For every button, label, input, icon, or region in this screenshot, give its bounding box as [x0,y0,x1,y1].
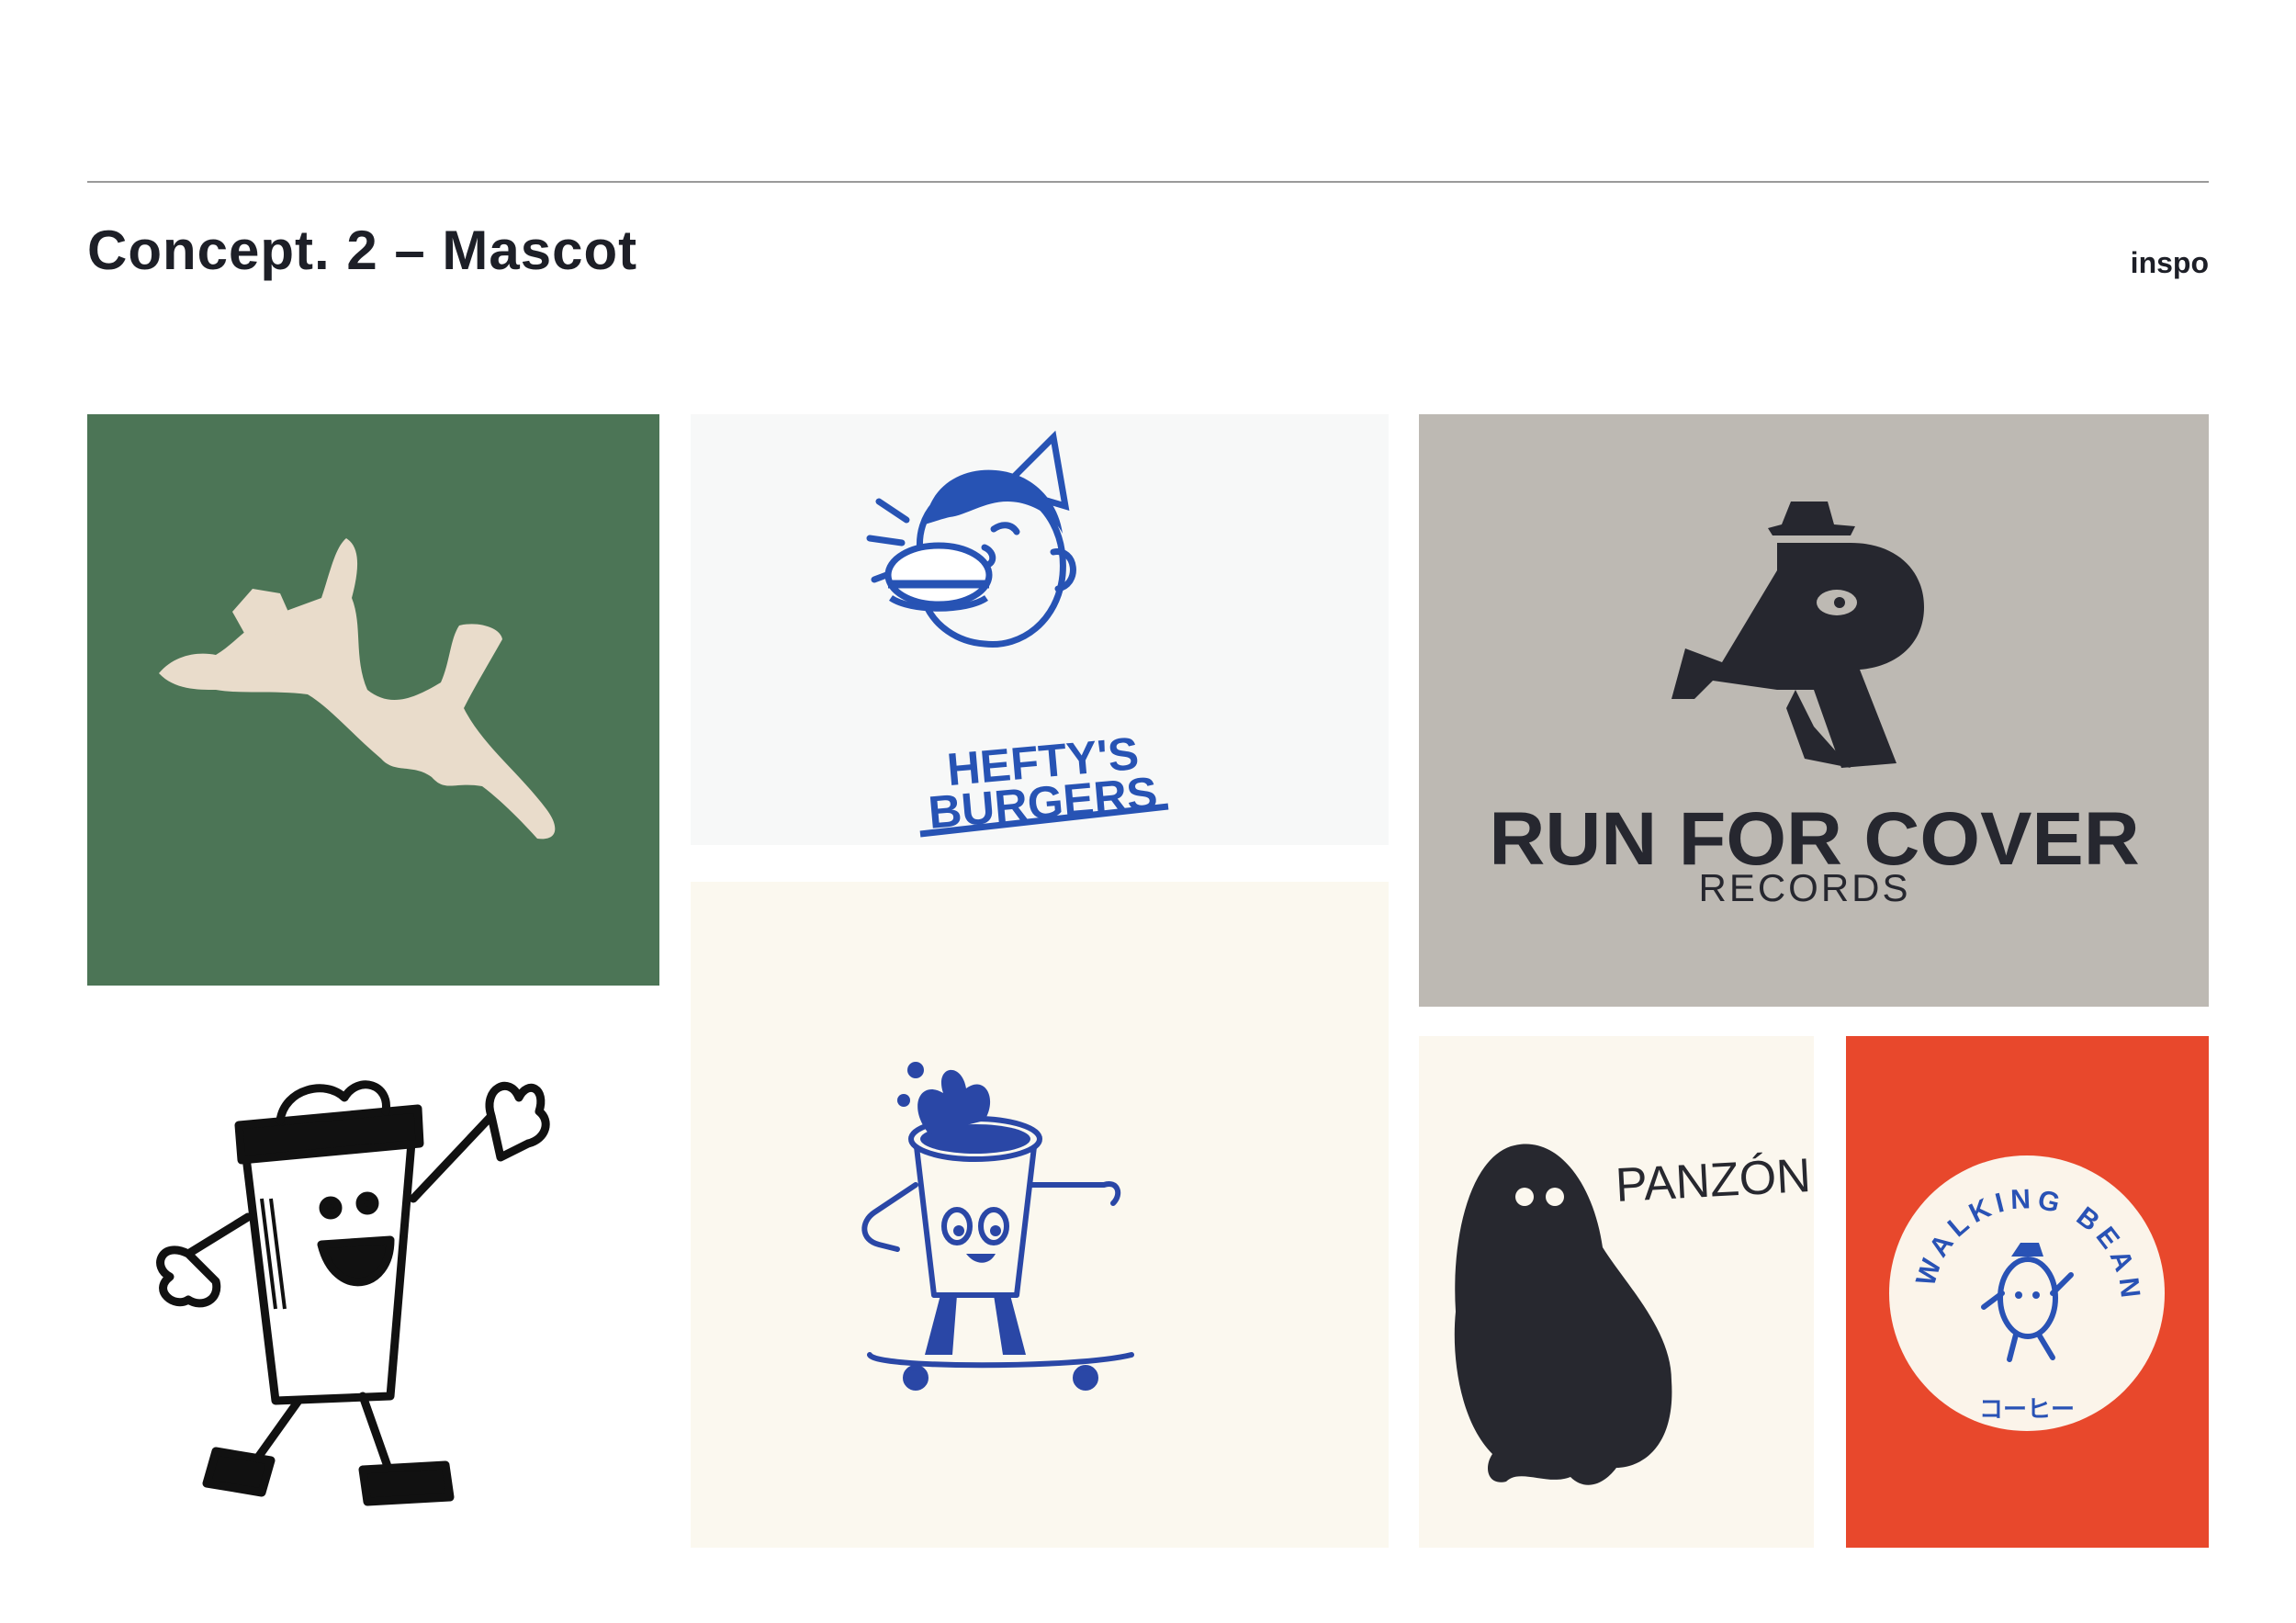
skating-cup-tile [691,882,1389,1548]
abstract-mascot-tile [87,414,659,986]
page-tag: inspo [2130,246,2209,279]
panzon-tile: PANZÓN [1419,1036,1814,1548]
walking-bean-japanese: コーヒー [1979,1396,2075,1424]
skating-cup-illustration [861,1062,1134,1391]
coffee-cup-runner-tile [87,1033,659,1548]
run-for-cover-subtitle: RECORDS [1698,866,1910,909]
page-title: Concept. 2 – Mascot [87,220,638,281]
panzon-blob-icon: PANZÓN [1454,1144,1813,1485]
walking-bean-badge-icon: WALKING BEAN COFFEE コーヒー [1846,1036,2165,1431]
panzon-label: PANZÓN [1615,1149,1813,1212]
walking-bean-tile: WALKING BEAN COFFEE コーヒー [1846,1036,2209,1548]
heftys-burgers-tile: HEFTY'S BURGERS [691,414,1389,845]
header-divider [87,181,2209,183]
running-r-logo-icon: RUN FOR COVER RECORDS [1489,502,2140,909]
run-for-cover-tile: RUN FOR COVER RECORDS [1419,414,2209,1007]
coffee-cup-runner-illustration [156,1080,550,1506]
heftys-burger-head-icon: HEFTY'S BURGERS [866,430,1169,839]
abstract-figure-illustration [159,538,556,840]
